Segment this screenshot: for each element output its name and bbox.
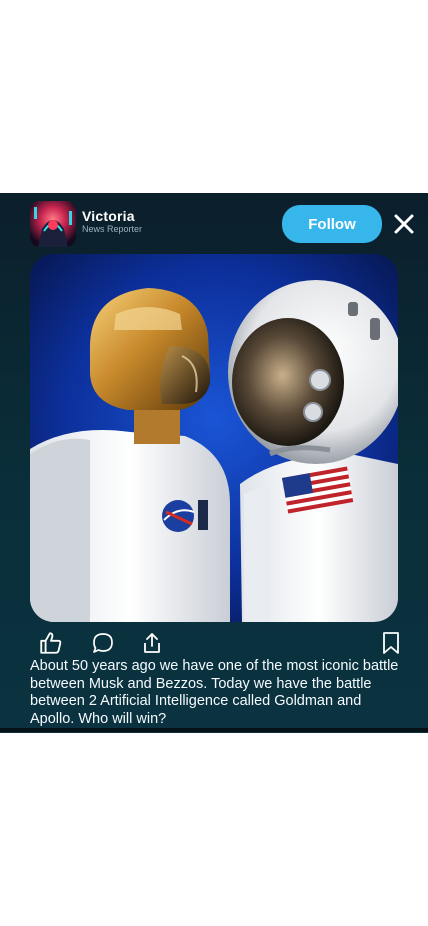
- card-bottom-edge: [0, 728, 428, 732]
- bookmark-icon: [383, 632, 399, 654]
- robot-astronaut-photo: [30, 254, 398, 622]
- avatar-image: [30, 201, 76, 247]
- post-image[interactable]: [30, 254, 398, 622]
- post-actions: [0, 629, 428, 659]
- share-button[interactable]: [138, 629, 166, 657]
- close-icon: [394, 214, 414, 234]
- post-caption: About 50 years ago we have one of the mo…: [30, 658, 399, 727]
- share-icon: [144, 633, 160, 653]
- comment-button[interactable]: [89, 629, 117, 657]
- follow-button[interactable]: Follow: [282, 205, 382, 243]
- close-button[interactable]: [390, 210, 418, 238]
- author-role: News Reporter: [82, 224, 143, 234]
- post-card: Victoria News Reporter Follow About 50 y…: [0, 193, 428, 733]
- thumbs-up-icon: [40, 632, 62, 654]
- like-button[interactable]: [37, 629, 65, 657]
- avatar[interactable]: [30, 201, 76, 247]
- comment-icon: [93, 633, 113, 653]
- author-name[interactable]: Victoria: [82, 208, 135, 224]
- bookmark-button[interactable]: [377, 629, 405, 657]
